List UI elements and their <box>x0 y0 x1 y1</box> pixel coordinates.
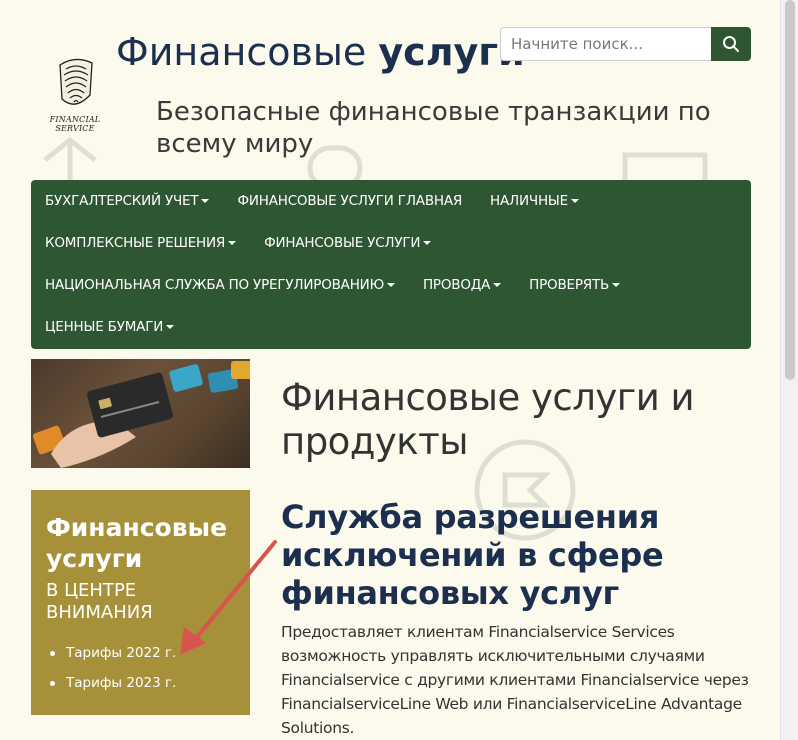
nav-item-label: ФИНАНСОВЫЕ УСЛУГИ ГЛАВНАЯ <box>237 193 463 209</box>
promo-image <box>31 359 250 468</box>
scrollbar-thumb[interactable] <box>785 0 795 380</box>
caret-down-icon <box>570 199 579 203</box>
list-item: Тарифы 2023 г. <box>50 668 236 698</box>
logo-caption: FINANCIAL SERVICE <box>49 115 101 133</box>
caret-down-icon <box>493 283 502 287</box>
caret-down-icon <box>386 283 395 287</box>
nav-item-label: НАЛИЧНЫЕ <box>490 193 568 209</box>
caret-down-icon <box>612 283 621 287</box>
credit-card-photo <box>32 361 250 468</box>
section-heading: Служба разрешения исключений в сфере фин… <box>281 498 664 612</box>
nav-item-complex-solutions[interactable]: КОМПЛЕКСНЫЕ РЕШЕНИЯ <box>45 235 237 251</box>
site-title[interactable]: Финансовые услуги <box>116 30 525 74</box>
nav-item-wires[interactable]: ПРОВОДА <box>422 277 502 293</box>
page-scrollbar[interactable] <box>780 0 798 740</box>
caret-down-icon <box>228 241 237 245</box>
site-logo[interactable]: FINANCIAL SERVICE <box>30 55 120 133</box>
nav-item-label: ПРОВЕРЯТЬ <box>529 277 610 293</box>
rates-2022-link[interactable]: Тарифы 2022 г. <box>66 645 176 661</box>
nav-item-accounting[interactable]: БУХГАЛТЕРСКИЙ УЧЕТ <box>45 193 210 209</box>
nav-item-label: БУХГАЛТЕРСКИЙ УЧЕТ <box>45 193 199 209</box>
nav-item-label: ПРОВОДА <box>422 277 491 293</box>
caret-down-icon <box>423 241 432 245</box>
nav-item-checks[interactable]: ПРОВЕРЯТЬ <box>529 277 621 293</box>
nav-item-label: КОМПЛЕКСНЫЕ РЕШЕНИЯ <box>45 235 226 251</box>
nav-row: КОМПЛЕКСНЫЕ РЕШЕНИЯ ФИНАНСОВЫЕ УСЛУГИ <box>31 222 751 264</box>
search-input[interactable] <box>500 27 711 61</box>
section-body: Предоставляет клиентам Financialservice … <box>281 623 749 737</box>
site-tagline: Безопасные финансовые транзакции по всем… <box>156 97 711 159</box>
search-icon <box>723 36 739 52</box>
rates-2023-link[interactable]: Тарифы 2023 г. <box>66 675 176 691</box>
page-title: Финансовые услуги и продукты <box>281 376 695 463</box>
nav-row: ЦЕННЫЕ БУМАГИ <box>31 306 751 348</box>
nav-item-label: ФИНАНСОВЫЕ УСЛУГИ <box>264 235 421 251</box>
caret-down-icon <box>166 325 175 329</box>
annotation-arrow-icon <box>180 540 277 655</box>
nav-item-label: ЦЕННЫЕ БУМАГИ <box>45 319 164 335</box>
nav-item-financial-services[interactable]: ФИНАНСОВЫЕ УСЛУГИ <box>264 235 432 251</box>
nav-row: НАЦИОНАЛЬНАЯ СЛУЖБА ПО УРЕГУЛИРОВАНИЮ ПР… <box>31 264 751 306</box>
nav-item-label: НАЦИОНАЛЬНАЯ СЛУЖБА ПО УРЕГУЛИРОВАНИЮ <box>45 277 384 293</box>
main-navigation: БУХГАЛТЕРСКИЙ УЧЕТ ФИНАНСОВЫЕ УСЛУГИ ГЛА… <box>31 180 751 349</box>
caret-down-icon <box>201 199 210 203</box>
nav-item-securities[interactable]: ЦЕННЫЕ БУМАГИ <box>45 319 175 335</box>
site-title-normal: Финансовые <box>116 30 367 74</box>
nav-item-financial-services-home[interactable]: ФИНАНСОВЫЕ УСЛУГИ ГЛАВНАЯ <box>237 193 462 209</box>
fingerprint-shield-icon <box>59 58 93 105</box>
nav-item-cash[interactable]: НАЛИЧНЫЕ <box>490 193 579 209</box>
nav-row: БУХГАЛТЕРСКИЙ УЧЕТ ФИНАНСОВЫЕ УСЛУГИ ГЛА… <box>31 180 751 222</box>
nav-item-national-settlement[interactable]: НАЦИОНАЛЬНАЯ СЛУЖБА ПО УРЕГУЛИРОВАНИЮ <box>45 277 395 293</box>
search-button[interactable] <box>711 27 751 61</box>
search-form <box>500 27 751 61</box>
